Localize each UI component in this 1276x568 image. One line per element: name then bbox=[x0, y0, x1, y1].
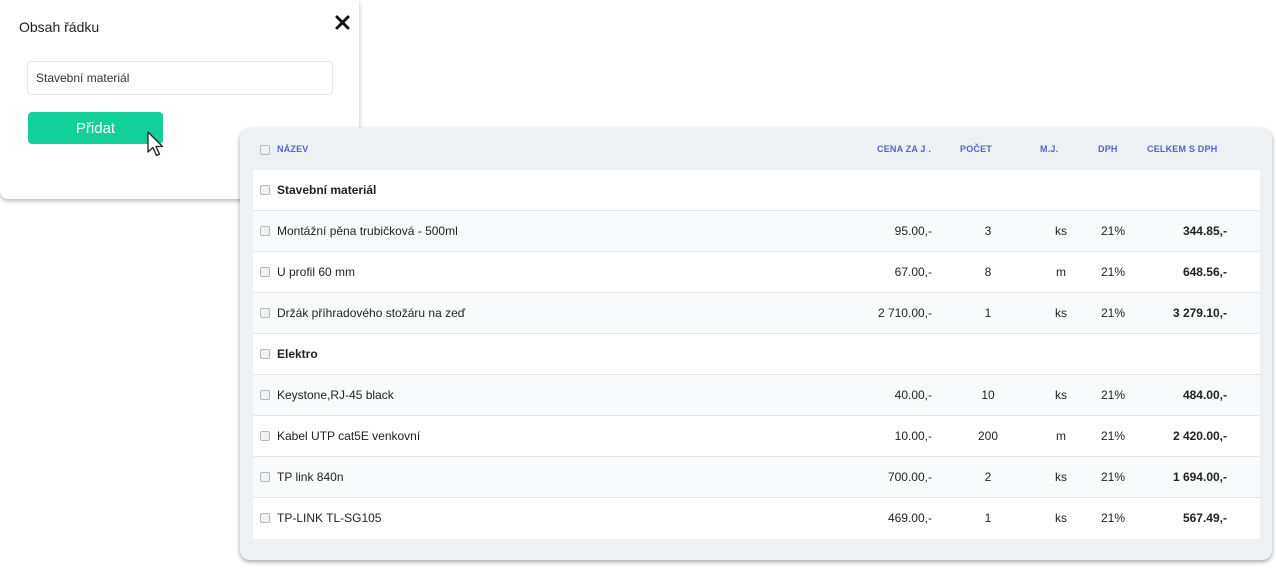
item-vat: 21% bbox=[1100, 470, 1126, 484]
items-table: Stavební materiál Montážní pěna trubičko… bbox=[253, 170, 1260, 539]
item-unit-price: 67.00,- bbox=[894, 265, 932, 279]
table-row[interactable]: Keystone,RJ-45 black 40.00,- 10 ks 21% 4… bbox=[253, 375, 1260, 416]
item-name: Montážní pěna trubičková - 500ml bbox=[277, 224, 458, 238]
group-row[interactable]: Elektro bbox=[253, 334, 1260, 375]
item-quantity: 2 bbox=[984, 470, 992, 484]
item-unit: ks bbox=[1055, 470, 1067, 484]
group-name: Stavební materiál bbox=[277, 183, 377, 197]
row-checkbox[interactable] bbox=[260, 267, 270, 277]
row-checkbox[interactable] bbox=[260, 431, 270, 441]
item-vat: 21% bbox=[1100, 388, 1126, 402]
row-content-input[interactable] bbox=[27, 61, 333, 95]
item-name: TP link 840n bbox=[277, 470, 344, 484]
item-quantity: 3 bbox=[984, 224, 992, 238]
table-header: NÁZEV CENA ZA J . POČET M.J. DPH CELKEM … bbox=[253, 128, 1260, 170]
item-unit: m bbox=[1056, 429, 1066, 443]
row-checkbox[interactable] bbox=[260, 472, 270, 482]
item-vat: 21% bbox=[1100, 306, 1126, 320]
column-header-unit[interactable]: M.J. bbox=[1040, 128, 1058, 170]
item-quantity: 1 bbox=[984, 511, 992, 525]
item-unit-price: 700.00,- bbox=[887, 470, 932, 484]
row-checkbox[interactable] bbox=[260, 226, 270, 236]
group-row[interactable]: Stavební materiál bbox=[253, 170, 1260, 211]
item-quantity: 10 bbox=[981, 388, 995, 402]
item-name: TP-LINK TL-SG105 bbox=[277, 511, 382, 525]
item-name: Kabel UTP cat5E venkovní bbox=[277, 429, 421, 443]
column-header-name[interactable]: NÁZEV bbox=[277, 128, 309, 170]
item-unit: ks bbox=[1055, 224, 1067, 238]
item-total: 648.56,- bbox=[1182, 265, 1227, 279]
item-vat: 21% bbox=[1100, 265, 1126, 279]
item-total: 2 420.00,- bbox=[1172, 429, 1227, 443]
item-total: 344.85,- bbox=[1182, 224, 1227, 238]
table-row[interactable]: Kabel UTP cat5E venkovní 10.00,- 200 m 2… bbox=[253, 416, 1260, 457]
row-checkbox[interactable] bbox=[260, 185, 270, 195]
column-header-total[interactable]: CELKEM S DPH bbox=[1147, 128, 1217, 170]
item-total: 3 279.10,- bbox=[1172, 306, 1227, 320]
table-row[interactable]: U profil 60 mm 67.00,- 8 m 21% 648.56,- bbox=[253, 252, 1260, 293]
add-button[interactable]: Přidat bbox=[28, 112, 163, 144]
item-name: Držák příhradového stožáru na zeď bbox=[277, 306, 466, 320]
item-total: 484.00,- bbox=[1182, 388, 1227, 402]
item-unit-price: 95.00,- bbox=[894, 224, 932, 238]
select-all-checkbox[interactable] bbox=[260, 145, 270, 155]
row-checkbox[interactable] bbox=[260, 390, 270, 400]
mouse-pointer-icon bbox=[147, 131, 164, 157]
table-row[interactable]: Montážní pěna trubičková - 500ml 95.00,-… bbox=[253, 211, 1260, 252]
item-unit: ks bbox=[1055, 511, 1067, 525]
table-row[interactable]: TP link 840n 700.00,- 2 ks 21% 1 694.00,… bbox=[253, 457, 1260, 498]
table-row[interactable]: Držák příhradového stožáru na zeď 2 710.… bbox=[253, 293, 1260, 334]
group-name: Elektro bbox=[277, 347, 318, 361]
column-header-price[interactable]: CENA ZA J . bbox=[877, 128, 931, 170]
item-unit: ks bbox=[1055, 306, 1067, 320]
column-header-vat[interactable]: DPH bbox=[1098, 128, 1118, 170]
item-unit: m bbox=[1056, 265, 1066, 279]
item-vat: 21% bbox=[1100, 224, 1126, 238]
item-name: U profil 60 mm bbox=[277, 265, 356, 279]
items-table-panel: NÁZEV CENA ZA J . POČET M.J. DPH CELKEM … bbox=[240, 128, 1272, 560]
item-unit-price: 469.00,- bbox=[887, 511, 932, 525]
item-vat: 21% bbox=[1100, 429, 1126, 443]
table-row[interactable]: TP-LINK TL-SG105 469.00,- 1 ks 21% 567.4… bbox=[253, 498, 1260, 539]
column-header-quantity[interactable]: POČET bbox=[960, 128, 992, 170]
item-total: 1 694.00,- bbox=[1172, 470, 1227, 484]
item-quantity: 8 bbox=[984, 265, 992, 279]
item-total: 567.49,- bbox=[1182, 511, 1227, 525]
item-name: Keystone,RJ-45 black bbox=[277, 388, 394, 402]
item-unit-price: 40.00,- bbox=[894, 388, 932, 402]
row-checkbox[interactable] bbox=[260, 513, 270, 523]
popup-title: Obsah řádku bbox=[19, 19, 100, 35]
item-unit: ks bbox=[1055, 388, 1067, 402]
item-quantity: 1 bbox=[984, 306, 992, 320]
item-quantity: 200 bbox=[977, 429, 999, 443]
item-vat: 21% bbox=[1100, 511, 1126, 525]
row-checkbox[interactable] bbox=[260, 349, 270, 359]
close-icon[interactable] bbox=[334, 14, 351, 31]
row-checkbox[interactable] bbox=[260, 308, 270, 318]
item-unit-price: 10.00,- bbox=[894, 429, 932, 443]
item-unit-price: 2 710.00,- bbox=[877, 306, 932, 320]
